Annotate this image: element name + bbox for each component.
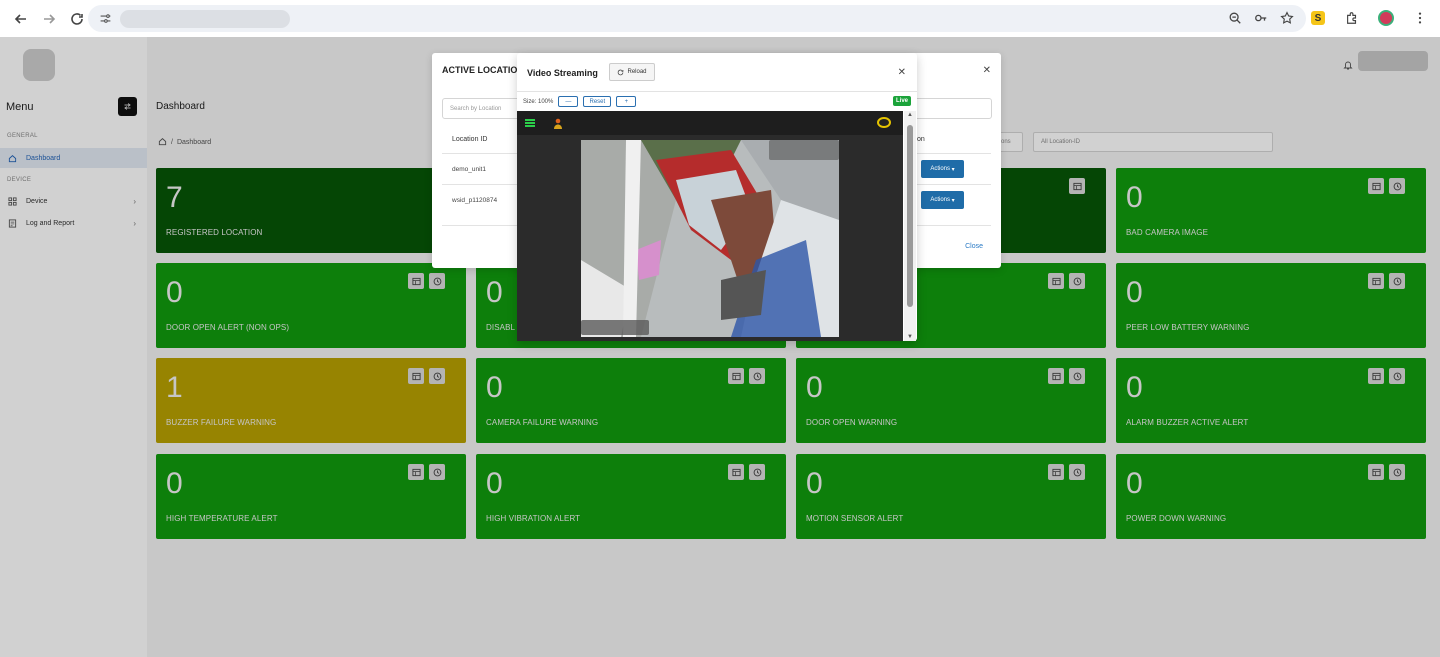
camera-feed <box>581 140 839 337</box>
reset-button[interactable]: Reset <box>583 96 612 107</box>
video-streaming-modal: Video Streaming Reload ✕ Size: 100% — Re… <box>517 53 917 341</box>
row-location-id: wsid_p1120874 <box>452 197 498 204</box>
divider <box>517 91 917 92</box>
reload-button[interactable]: Reload <box>609 63 655 81</box>
site-settings-icon[interactable] <box>94 8 116 30</box>
extensions-puzzle-icon[interactable] <box>1340 6 1364 30</box>
live-badge: Live <box>892 96 911 106</box>
profile-avatar[interactable] <box>1374 6 1398 30</box>
row-location-id: demo_unit1 <box>452 166 486 173</box>
scroll-down-arrow[interactable]: ▼ <box>907 334 913 340</box>
refresh-icon <box>618 69 624 75</box>
size-controls: Size: 100% — Reset + <box>523 96 637 107</box>
bookmark-star-icon[interactable] <box>1276 7 1298 29</box>
size-label: Size: 100% <box>523 98 554 105</box>
arrow-right-icon <box>44 13 56 24</box>
url-text[interactable] <box>120 9 290 28</box>
video-player[interactable] <box>517 111 903 341</box>
refresh-icon <box>71 12 83 25</box>
eye-icon[interactable] <box>877 117 891 128</box>
zoom-icon[interactable] <box>1224 7 1246 29</box>
address-bar[interactable] <box>88 5 1306 32</box>
col-header-action: on <box>917 136 925 143</box>
col-header-location-id: Location ID <box>452 136 488 143</box>
zoom-out-button[interactable]: — <box>558 96 579 107</box>
close-icon[interactable]: ✕ <box>898 67 906 78</box>
password-key-icon[interactable] <box>1250 7 1272 29</box>
feed-overlay-box <box>581 320 649 335</box>
actions-button[interactable]: Actions ▾ <box>921 191 964 209</box>
reload-page-button[interactable] <box>64 6 90 32</box>
secondary-search-input[interactable] <box>912 98 992 119</box>
scrollbar-thumb[interactable] <box>907 125 913 307</box>
user-icon[interactable] <box>553 117 563 129</box>
close-icon[interactable]: ✕ <box>983 65 991 76</box>
extension-s-icon[interactable]: S <box>1306 6 1330 30</box>
zoom-in-button[interactable]: + <box>616 96 637 107</box>
scroll-up-arrow[interactable]: ▲ <box>907 112 913 118</box>
feed-overlay-box <box>769 140 839 160</box>
camera-feed-image <box>581 140 839 337</box>
more-vert-icon[interactable] <box>1408 6 1432 30</box>
hamburger-menu-icon[interactable] <box>525 119 535 127</box>
player-toolbar <box>517 111 903 135</box>
modal-title: Video Streaming <box>527 68 598 78</box>
forward-button[interactable] <box>36 6 62 32</box>
actions-button[interactable]: Actions ▾ <box>921 160 964 178</box>
modal-title: ACTIVE LOCATIO <box>442 65 518 75</box>
browser-toolbar: S <box>0 0 1440 37</box>
scrollbar[interactable]: ▲ ▼ <box>904 111 916 341</box>
back-button[interactable] <box>8 6 34 32</box>
arrow-left-icon <box>14 13 26 24</box>
close-link[interactable]: Close <box>965 243 983 250</box>
